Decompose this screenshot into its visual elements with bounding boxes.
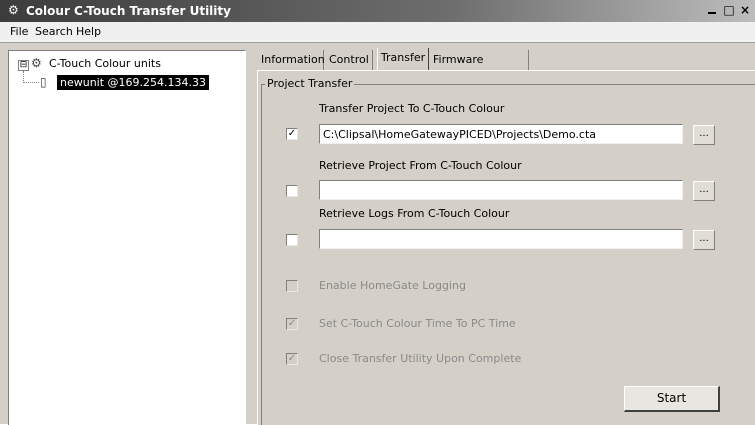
transfer-project-path-input[interactable]: C:\Clipsal\HomeGatewayPICED\Projects\Dem… [319, 124, 683, 144]
retrieve-project-checkbox[interactable] [286, 185, 298, 197]
set-time-checkbox[interactable]: ✓ [286, 318, 298, 330]
tab-control[interactable]: Control [329, 50, 373, 70]
transfer-project-checkbox[interactable]: ✓ [286, 128, 298, 140]
close-on-complete-label: Close Transfer Utility Upon Complete [319, 352, 522, 365]
tab-transfer[interactable]: Transfer [377, 48, 429, 70]
retrieve-logs-checkbox[interactable] [286, 234, 298, 246]
minimize-button[interactable] [708, 2, 716, 14]
close-button[interactable]: × [738, 3, 752, 17]
app-icon: ⚙ [8, 3, 19, 17]
browse-retrieve-project-button[interactable]: ... [693, 181, 715, 201]
browse-retrieve-logs-button[interactable]: ... [693, 230, 715, 250]
tree-connector [23, 82, 39, 84]
tree-root-label[interactable]: C-Touch Colour units [49, 57, 161, 71]
menu-bar: File Search Help [0, 22, 755, 43]
retrieve-project-path-input[interactable] [319, 180, 683, 200]
homegate-logging-checkbox[interactable] [286, 280, 298, 292]
tab-firmware-upgrade[interactable]: Firmware Upgrade [433, 50, 529, 86]
tab-information[interactable]: Information [261, 50, 325, 70]
menu-help[interactable]: Help [76, 25, 101, 39]
tree-item-newunit[interactable]: newunit @169.254.134.33 [57, 75, 210, 90]
window-title: Colour C-Touch Transfer Utility [26, 4, 231, 18]
unit-tree[interactable]: ⊟ ⚙ C-Touch Colour units ▯ newunit @169.… [8, 50, 246, 425]
browse-transfer-button[interactable]: ... [693, 125, 715, 145]
homegate-logging-label: Enable HomeGate Logging [319, 279, 466, 292]
unit-device-icon: ▯ [40, 75, 47, 89]
retrieve-project-label: Retrieve Project From C-Touch Colour [319, 159, 522, 172]
application-window: ⚙ Colour C-Touch Transfer Utility □ × Fi… [0, 0, 755, 425]
menu-search[interactable]: Search [35, 25, 73, 39]
menu-file[interactable]: File [10, 25, 28, 39]
group-title: Project Transfer [265, 77, 355, 91]
retrieve-logs-path-input[interactable] [319, 229, 683, 249]
restore-button[interactable]: □ [722, 3, 736, 17]
start-button[interactable]: Start [624, 386, 720, 412]
collapse-icon[interactable]: ⊟ [18, 60, 29, 71]
network-units-icon: ⚙ [31, 56, 42, 70]
retrieve-logs-label: Retrieve Logs From C-Touch Colour [319, 207, 510, 220]
transfer-project-label: Transfer Project To C-Touch Colour [319, 102, 505, 115]
close-on-complete-checkbox[interactable]: ✓ [286, 353, 298, 365]
title-bar[interactable]: ⚙ Colour C-Touch Transfer Utility □ × [0, 0, 755, 22]
set-time-label: Set C-Touch Colour Time To PC Time [319, 317, 516, 330]
